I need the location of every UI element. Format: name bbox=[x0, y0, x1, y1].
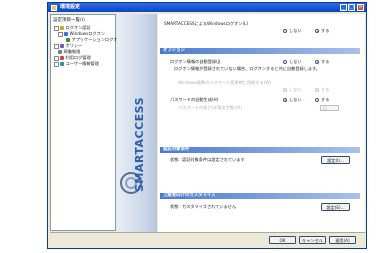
expand-icon[interactable] bbox=[54, 55, 59, 61]
password-auto-no-label: しない bbox=[289, 97, 302, 102]
auth-settings-button[interactable]: 設定(I)... bbox=[321, 156, 350, 164]
footer-divider bbox=[50, 232, 365, 233]
close-button[interactable]: × bbox=[357, 4, 364, 11]
tree-item-user-info[interactable]: ユーザー情報管理 bbox=[54, 61, 99, 67]
autologon-label: ログオン情報の自動登録(J) bbox=[170, 59, 221, 64]
title-bar[interactable]: 環境設定 _ □ × bbox=[48, 3, 366, 12]
user-icon bbox=[60, 62, 64, 66]
password-auto-yes-label: する bbox=[321, 97, 330, 102]
custom-settings-button[interactable]: 設定(E)... bbox=[321, 203, 350, 211]
policy-icon bbox=[60, 44, 64, 48]
password-auto-yes-radio[interactable] bbox=[315, 98, 319, 102]
autologon-note: ログオン情報が登録されていない場合、ログオンすると共に自動登録します。 bbox=[174, 66, 321, 71]
log-icon bbox=[60, 56, 64, 60]
autologon-no-label: しない bbox=[289, 59, 302, 64]
tree-item-label: Windowsログオン bbox=[69, 31, 105, 36]
options-section-header: オプション bbox=[160, 48, 360, 54]
restriction-icon bbox=[58, 50, 62, 54]
apply-button[interactable]: 適用(A) bbox=[329, 236, 356, 244]
collapse-icon[interactable] bbox=[54, 25, 59, 31]
custom-status-text: カスタマイズされていません bbox=[182, 204, 237, 209]
settings-tree[interactable]: 設定項目一覧(I) ログオン認証 Windowsログオン アプリケーションログオ… bbox=[50, 14, 122, 231]
tree-item-label: 稼働制限 bbox=[63, 49, 81, 54]
windows-sync-label: Windows標準のパスワード変更時に同期する(W) bbox=[178, 80, 272, 85]
auth-status-text: 認証対象条件は設定されています bbox=[182, 157, 245, 162]
auth-status-label: 状態: bbox=[170, 157, 180, 162]
brand-text: SMARTACCESS bbox=[133, 96, 146, 192]
windows-sync-no-radio[interactable] bbox=[283, 88, 287, 92]
cancel-button[interactable]: キャンセル bbox=[299, 236, 326, 244]
tree-item-label: アプリケーションログオン bbox=[71, 37, 122, 42]
password-auto-no-radio[interactable] bbox=[283, 98, 287, 102]
ok-button[interactable]: OK bbox=[269, 236, 296, 244]
custom-status-label: 状態: bbox=[170, 204, 180, 209]
tree-item-label: ユーザー情報管理 bbox=[65, 61, 99, 66]
application-icon bbox=[66, 38, 70, 42]
expand-icon[interactable] bbox=[54, 43, 59, 49]
expand-icon[interactable] bbox=[54, 61, 59, 67]
settings-panel: SMARTACCESSによるWindowsログオン(L) しない する オプショ… bbox=[158, 14, 365, 232]
tree-item-label: ログオン認証 bbox=[65, 25, 91, 30]
autologon-yes-radio[interactable] bbox=[315, 60, 319, 64]
windows-icon bbox=[64, 32, 68, 36]
windows-sync-no-label: しない bbox=[289, 87, 302, 92]
autologon-yes-label: する bbox=[321, 59, 330, 64]
windows-sync-yes-label: する bbox=[321, 87, 330, 92]
password-length-stepper[interactable]: 12 bbox=[320, 105, 339, 111]
minimize-button[interactable]: _ bbox=[340, 4, 347, 11]
maximize-button[interactable]: □ bbox=[348, 4, 355, 11]
windows-logon-yes-radio[interactable] bbox=[315, 29, 319, 33]
tree-item-label: 利用ログ管理 bbox=[65, 55, 91, 60]
auth-section-header: 認証対象条件 bbox=[160, 147, 360, 153]
settings-window: 環境設定 _ □ × 設定項目一覧(I) ログオン認証 Windowsログオン … bbox=[47, 2, 367, 249]
app-icon bbox=[51, 4, 57, 11]
window-title: 環境設定 bbox=[60, 4, 81, 10]
windows-logon-no-radio[interactable] bbox=[283, 29, 287, 33]
windows-logon-no-label: しない bbox=[289, 28, 302, 33]
tree-item-label: ポリシー bbox=[65, 43, 83, 48]
custom-section-header: 上級者向けのカスタマイズ bbox=[160, 193, 360, 199]
autologon-no-radio[interactable] bbox=[283, 60, 287, 64]
password-auto-label: パスワードの自動生成(H) bbox=[170, 97, 219, 102]
windows-logon-yes-label: する bbox=[321, 28, 330, 33]
brand-banner: SMARTACCESS bbox=[117, 14, 157, 232]
tree-header: 設定項目一覧(I) bbox=[53, 18, 85, 23]
windows-sync-yes-radio[interactable] bbox=[315, 88, 319, 92]
logon-icon bbox=[60, 26, 64, 30]
password-length-label: パスワードの長さ(半角文字数)(R) bbox=[178, 105, 242, 110]
collapse-icon[interactable] bbox=[58, 31, 63, 37]
windows-logon-question: SMARTACCESSによるWindowsログオン(L) bbox=[164, 21, 249, 26]
